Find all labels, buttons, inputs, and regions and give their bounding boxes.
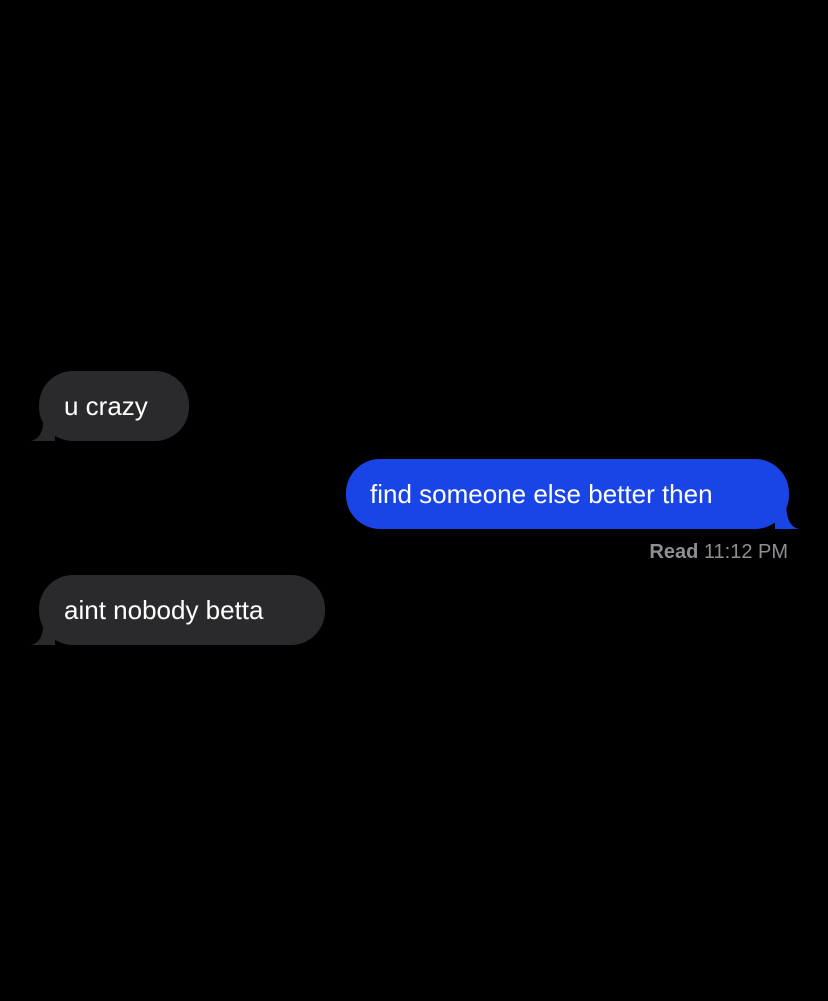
incoming-message-bubble[interactable]: aint nobody betta [31,575,325,645]
incoming-message-bubble[interactable]: u crazy [31,371,189,441]
read-receipt: Read 11:12 PM [649,537,788,567]
read-receipt-time: 11:12 PM [703,541,788,563]
bubble-tail-icon [775,505,799,529]
message-thread: u crazy find someone else better then Re… [0,0,828,1001]
message-text: aint nobody betta [64,595,264,625]
outgoing-message-bubble[interactable]: find someone else better then [346,459,799,529]
bubble-tail-icon [31,417,55,441]
bubble-tail-icon [31,621,55,645]
read-receipt-label: Read [649,541,699,563]
message-text: u crazy [64,391,148,421]
message-text: find someone else better then [370,479,713,509]
